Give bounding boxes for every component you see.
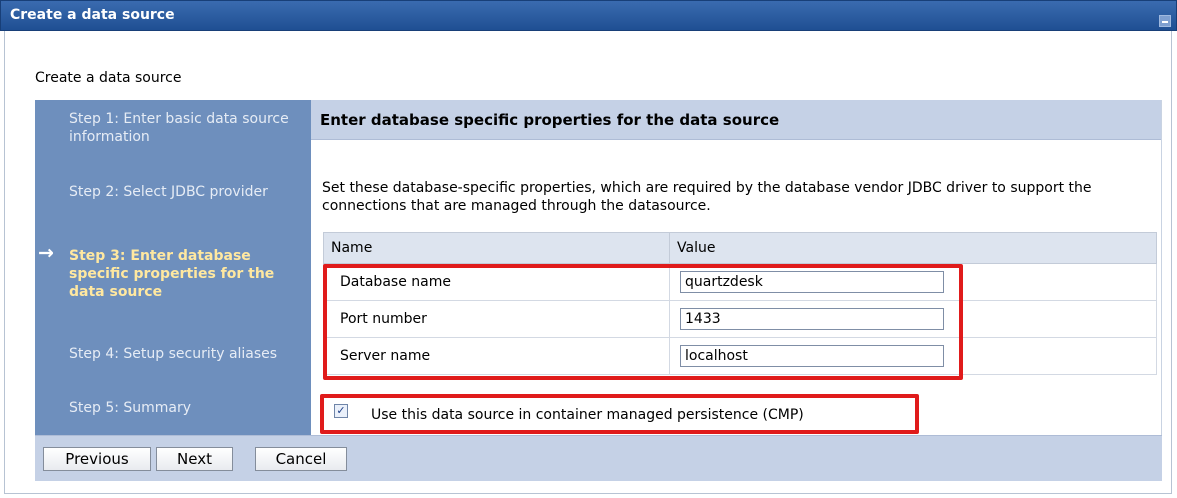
property-value-cell <box>669 263 1157 301</box>
table-row: Port number <box>323 300 1157 338</box>
content-panel: Enter database specific properties for t… <box>311 100 1162 435</box>
wizard-step-3: Step 3: Enter database specific properti… <box>69 248 275 300</box>
port-number-input[interactable] <box>680 308 944 330</box>
wizard-step-5: Step 5: Summary <box>69 400 192 416</box>
properties-table: Name Value Database name Port number Ser… <box>323 232 1157 375</box>
current-step-arrow-icon: → <box>38 242 54 264</box>
property-name-server: Server name <box>323 337 670 375</box>
property-value-cell <box>669 337 1157 375</box>
next-button[interactable]: Next <box>156 447 233 471</box>
property-name-port: Port number <box>323 300 670 338</box>
previous-button[interactable]: Previous <box>43 447 151 471</box>
button-bar: Previous Next Cancel <box>35 435 1162 481</box>
cmp-checkbox-label: Use this data source in container manage… <box>371 407 804 423</box>
content-header: Enter database specific properties for t… <box>311 100 1161 140</box>
table-row: Server name <box>323 337 1157 375</box>
window-title: Create a data source <box>10 7 175 23</box>
wizard-step-2: Step 2: Select JDBC provider <box>69 184 268 200</box>
cancel-button[interactable]: Cancel <box>255 447 347 471</box>
column-header-value: Value <box>669 232 1157 264</box>
table-header-row: Name Value <box>323 232 1157 264</box>
table-row: Database name <box>323 263 1157 301</box>
wizard-step-4: Step 4: Setup security aliases <box>69 346 278 362</box>
cmp-option-row: ✓ Use this data source in container mana… <box>323 398 918 434</box>
property-name-database: Database name <box>323 263 670 301</box>
wizard-steps-panel: Step 1: Enter basic data source informat… <box>35 100 311 435</box>
database-name-input[interactable] <box>680 271 944 293</box>
wizard-step-1: Step 1: Enter basic data source informat… <box>69 111 289 145</box>
column-header-name: Name <box>323 232 670 264</box>
description-text: Set these database-specific properties, … <box>322 180 1092 214</box>
property-value-cell <box>669 300 1157 338</box>
collapse-icon[interactable] <box>1159 15 1171 27</box>
window-title-bar: Create a data source <box>0 0 1177 31</box>
server-name-input[interactable] <box>680 345 944 367</box>
page-heading: Create a data source <box>35 70 182 86</box>
cmp-checkbox[interactable]: ✓ <box>334 404 348 418</box>
